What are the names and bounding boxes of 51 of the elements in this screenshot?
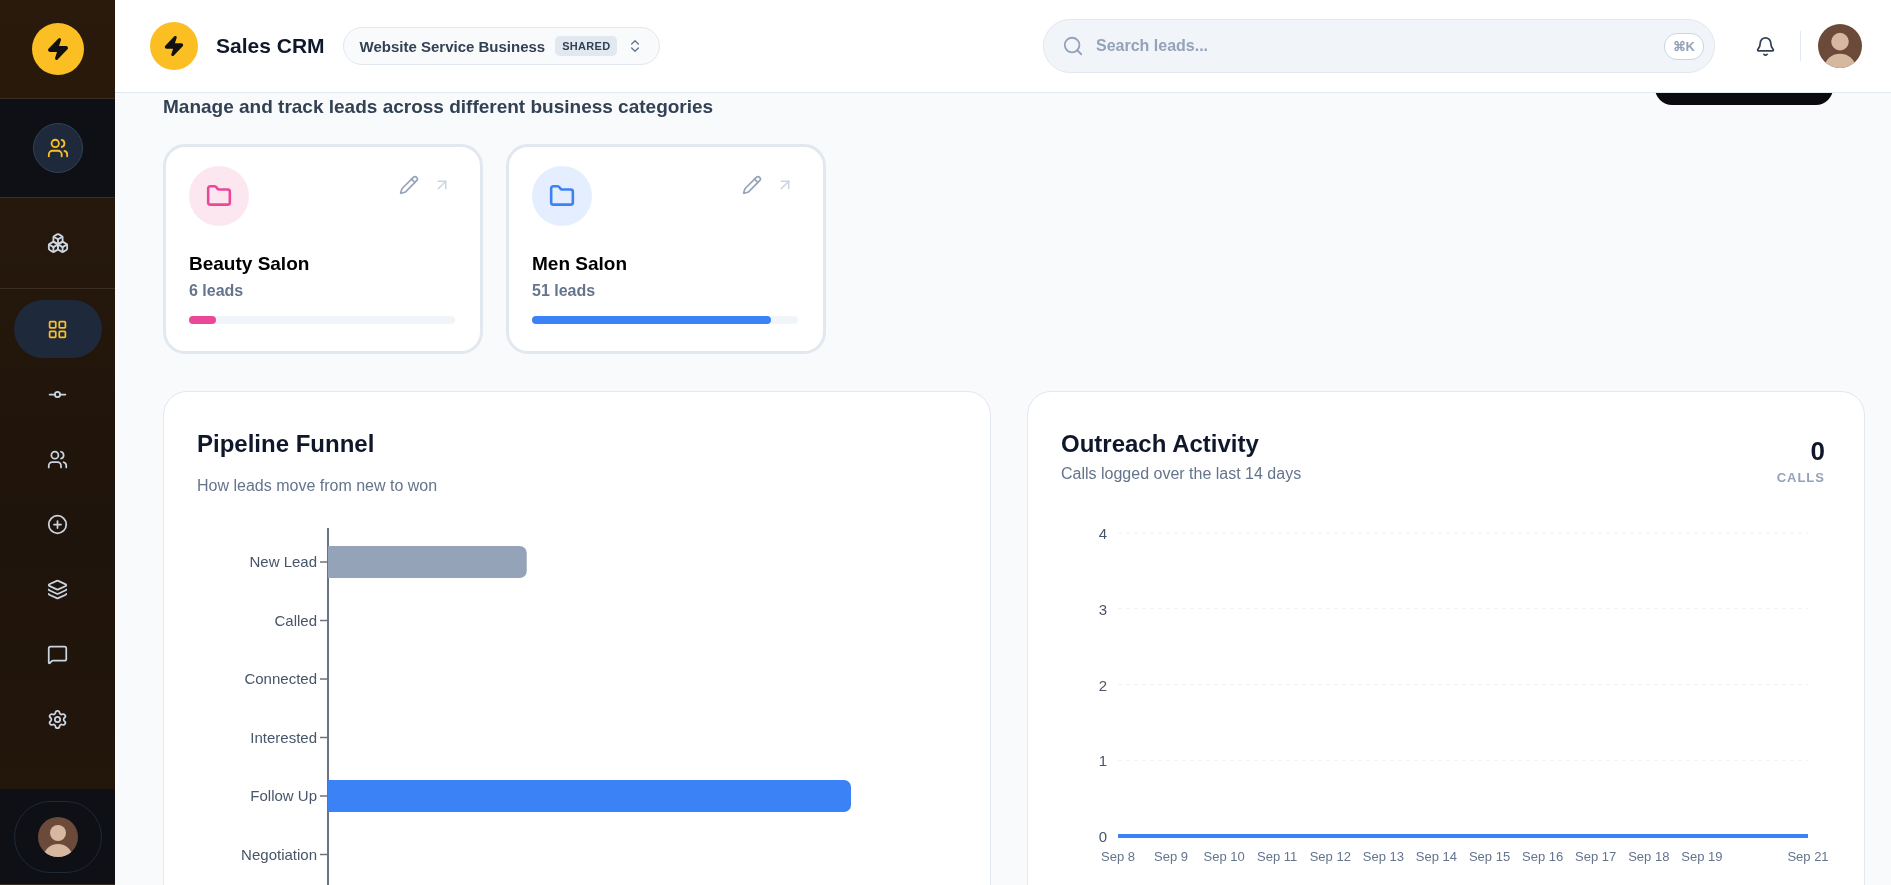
lead-count: 51 leads — [532, 281, 597, 301]
logo-icon[interactable] — [31, 23, 84, 75]
axis-label: Interested — [250, 728, 317, 746]
axis-label: Sep 19 — [1681, 849, 1723, 864]
axis-label: 1 — [1098, 752, 1107, 770]
search-field[interactable]: Search leads... — [1094, 36, 1654, 56]
edit-icon[interactable] — [742, 175, 762, 195]
card-subtitle: Calls logged over the last 14 days — [1061, 464, 1302, 484]
shared-badge: SHARED — [555, 36, 618, 56]
category-card[interactable]: Men Salon 51 leads — [506, 144, 826, 354]
axis-label: Connected — [244, 670, 317, 687]
axis-label: 4 — [1098, 525, 1107, 542]
users-icon[interactable] — [32, 123, 83, 173]
card-title: Outreach Activity — [1061, 430, 1260, 458]
axis-label: Sep 18 — [1628, 849, 1670, 864]
notification-bell-icon[interactable] — [1755, 35, 1776, 57]
workspace-selector[interactable]: Website Service Business SHARED — [342, 27, 661, 65]
axis-label: Sep 17 — [1575, 849, 1617, 864]
axis-label: Follow Up — [250, 787, 317, 804]
axis-label: Negotiation — [241, 845, 317, 863]
axis-label: Sep 13 — [1362, 849, 1404, 864]
boxes-icon[interactable] — [46, 232, 69, 254]
axis-label: Sep 11 — [1257, 849, 1298, 864]
category-name: Men Salon — [532, 252, 628, 276]
lead-count: 6 leads — [189, 281, 245, 301]
axis-label: 0 — [1098, 828, 1107, 845]
axis-label: Sep 10 — [1203, 849, 1245, 864]
edit-icon[interactable] — [399, 175, 419, 195]
category-name: Beauty Salon — [189, 252, 311, 276]
axis-label: Sep 8 — [1101, 849, 1135, 864]
axis-label: Sep 12 — [1309, 849, 1351, 864]
card-subtitle: How leads move from new to won — [197, 476, 439, 496]
page-subtitle: Manage and track leads across different business categories — [163, 96, 714, 118]
logo-icon — [150, 22, 198, 70]
calls-label: CALLS — [1776, 470, 1825, 485]
axis-label: Sep 15 — [1468, 849, 1511, 864]
axis-label: Sep 16 — [1522, 849, 1564, 864]
axis-label: Called — [274, 611, 317, 629]
category-card[interactable]: Beauty Salon 6 leads — [163, 144, 483, 354]
axis-label: New Lead — [249, 553, 317, 570]
shortcut-key: ⌘K — [1663, 32, 1704, 60]
axis-label: Sep 21 — [1787, 849, 1829, 864]
app-title: Sales CRM — [216, 34, 325, 58]
axis-label: Sep 9 — [1154, 849, 1189, 864]
user-avatar[interactable] — [1818, 24, 1862, 68]
card-title: Pipeline Funnel — [197, 430, 376, 458]
search-icon — [1062, 35, 1084, 57]
calls-total: 0 — [1810, 436, 1825, 466]
axis-label: 2 — [1098, 676, 1107, 694]
axis-label: 3 — [1098, 600, 1107, 618]
axis-label: Sep 14 — [1415, 849, 1458, 864]
